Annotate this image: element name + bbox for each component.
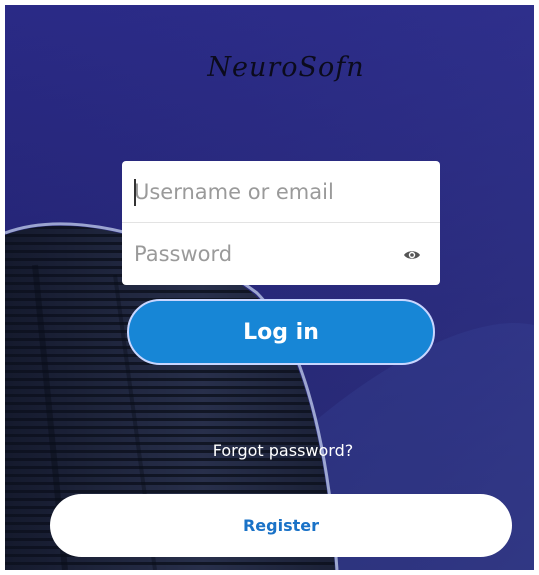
text-cursor	[134, 179, 136, 206]
login-card	[122, 161, 440, 285]
register-button[interactable]: Register	[50, 494, 512, 557]
log-in-button[interactable]: Log in	[127, 299, 435, 365]
eye-icon[interactable]	[402, 245, 422, 265]
username-input[interactable]	[122, 161, 440, 223]
background-building-image	[5, 5, 534, 570]
brand-logo: NeuroSofn	[207, 51, 365, 83]
password-input[interactable]	[122, 223, 440, 285]
login-screen: NeuroSofn Log in Forgot password? Regist…	[5, 5, 534, 570]
forgot-password-link[interactable]: Forgot password?	[183, 441, 383, 460]
